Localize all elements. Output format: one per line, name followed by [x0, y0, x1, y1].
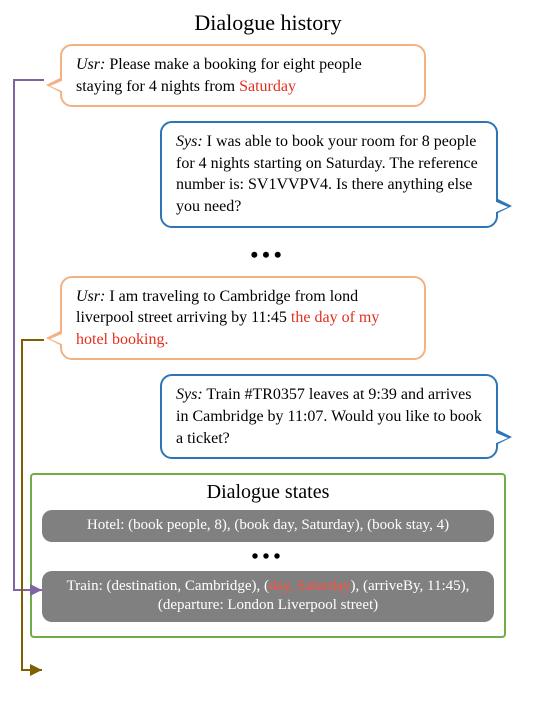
ellipsis-icon: ••• [30, 242, 506, 268]
state-text: Hotel: (book people, 8), (book day, Satu… [87, 517, 449, 533]
sys-bubble-2: Sys: Train #TR0357 leaves at 9:39 and ar… [160, 374, 498, 459]
ellipsis-icon: ••• [42, 546, 494, 569]
state-row-hotel: Hotel: (book people, 8), (book day, Satu… [42, 510, 494, 542]
speaker-label: Sys: [176, 386, 203, 403]
state-highlight: day, Saturday [269, 578, 351, 594]
speaker-label: Sys: [176, 133, 203, 150]
bubble-text: I was able to book your room for 8 peopl… [176, 133, 478, 215]
usr-bubble-2: Usr: I am traveling to Cambridge from lo… [60, 276, 426, 361]
state-row-train: Train: (destination, Cambridge), (day, S… [42, 571, 494, 622]
dialogue-history-title: Dialogue history [30, 10, 506, 36]
sys-bubble-1: Sys: I was able to book your room for 8 … [160, 121, 498, 227]
bubble-highlight: Saturday [239, 78, 296, 95]
speaker-label: Usr: [76, 288, 105, 305]
dialogue-states-title: Dialogue states [42, 481, 494, 504]
bubble-text: Please make a booking for eight people s… [76, 56, 362, 95]
speaker-label: Usr: [76, 56, 105, 73]
state-text: Train: (destination, Cambridge), ( [67, 578, 269, 594]
dialogue-states-box: Dialogue states Hotel: (book people, 8),… [30, 473, 506, 638]
bubble-text: Train #TR0357 leaves at 9:39 and arrives… [176, 386, 482, 446]
usr-bubble-1: Usr: Please make a booking for eight peo… [60, 44, 426, 107]
